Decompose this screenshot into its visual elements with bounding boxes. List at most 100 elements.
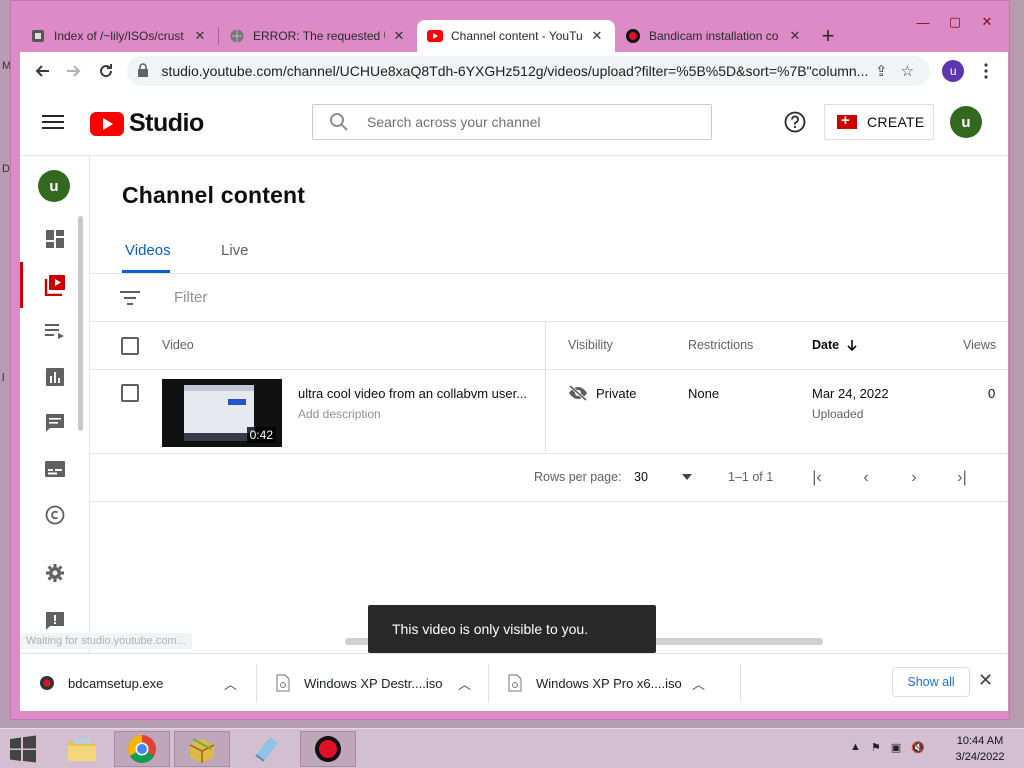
sidebar-item-copyright[interactable]	[20, 492, 90, 538]
tab-live[interactable]: Live	[221, 242, 249, 259]
package-icon[interactable]	[174, 731, 230, 767]
row-checkbox[interactable]	[121, 384, 139, 402]
download-separator	[256, 664, 257, 702]
help-icon[interactable]	[784, 111, 806, 133]
downloads-bar: bdcamsetup.exe ︿ Windows XP Destr....iso…	[20, 653, 1008, 711]
thumbnail-image	[184, 385, 254, 441]
content-tabs: Videos Live	[90, 232, 1008, 274]
last-page-icon[interactable]: ›|	[950, 466, 974, 490]
desktop-edge-label: D	[2, 163, 10, 175]
volume-muted-icon[interactable]: 🔇	[911, 741, 925, 754]
comments-icon	[46, 414, 64, 432]
column-header-restrictions: Restrictions	[688, 338, 754, 352]
search-input[interactable]: Search across your channel	[312, 104, 712, 140]
file-explorer-icon[interactable]	[54, 731, 110, 767]
show-all-downloads-button[interactable]: Show all	[892, 667, 970, 697]
sidebar-item-settings[interactable]	[20, 550, 90, 596]
bandicam-icon	[625, 28, 641, 44]
rows-per-page-select[interactable]: 30	[634, 470, 692, 484]
taskbar: ▲ ⚑ ▣ 🔇 10:44 AM 3/24/2022	[0, 728, 1024, 768]
content-video-icon	[44, 275, 65, 296]
channel-avatar[interactable]: u	[38, 170, 70, 202]
restore-button[interactable]: ▢	[939, 9, 971, 35]
forward-button[interactable]	[58, 55, 90, 87]
reload-button[interactable]	[90, 55, 122, 87]
record-icon[interactable]	[300, 731, 356, 767]
tab-title: Index of /~lily/ISOs/crust	[54, 29, 184, 43]
date-status: Uploaded	[812, 407, 864, 421]
share-icon[interactable]: ⇪	[868, 62, 894, 80]
tab-close-icon[interactable]: ✕	[192, 28, 208, 44]
date-value: Mar 24, 2022	[812, 386, 889, 401]
filter-icon[interactable]	[120, 290, 140, 306]
download-item[interactable]: bdcamsetup.exe ︿	[38, 654, 248, 712]
tab-close-icon[interactable]: ✕	[787, 28, 803, 44]
next-page-icon[interactable]: ›	[902, 466, 926, 490]
status-bar: Waiting for studio.youtube.com...	[20, 633, 192, 649]
start-windows-icon[interactable]	[8, 735, 38, 763]
video-thumbnail[interactable]: 0:42	[162, 379, 282, 447]
account-avatar[interactable]: u	[950, 106, 982, 138]
create-label: CREATE	[867, 114, 925, 130]
browser-profile-avatar[interactable]: u	[942, 60, 965, 82]
clock-date: 3/24/2022	[955, 751, 1005, 763]
tab-videos[interactable]: Videos	[125, 242, 171, 259]
back-button[interactable]	[26, 55, 58, 87]
playlist-icon	[45, 324, 64, 339]
tab-close-icon[interactable]: ✕	[589, 28, 605, 44]
action-center-flag-icon[interactable]: ⚑	[871, 741, 881, 754]
chevron-up-icon[interactable]: ︿	[224, 674, 237, 693]
visibility-value: Private	[596, 385, 637, 401]
tab-error-page[interactable]: ERROR: The requested UR ✕	[219, 20, 417, 52]
system-tray: ▲ ⚑ ▣ 🔇	[850, 741, 925, 754]
tray-expand-icon[interactable]: ▲	[850, 741, 861, 754]
studio-logo[interactable]: Studio	[90, 109, 204, 138]
hamburger-menu-icon[interactable]	[42, 112, 64, 134]
search-icon	[330, 113, 348, 131]
site-icon	[30, 28, 46, 44]
chrome-icon[interactable]	[114, 731, 170, 767]
tab-channel-content[interactable]: Channel content - YouTu ✕	[417, 20, 615, 52]
chevron-up-icon[interactable]: ︿	[692, 674, 705, 693]
desktop-edge-label: l	[2, 372, 5, 384]
column-header-date[interactable]: Date	[812, 338, 858, 352]
select-all-checkbox[interactable]	[121, 337, 139, 355]
download-separator	[740, 664, 741, 702]
download-filename: Windows XP Destr....iso	[304, 675, 443, 691]
toast-notification: This video is only visible to you.	[368, 605, 656, 653]
create-button[interactable]: CREATE	[824, 104, 934, 140]
browser-menu-button[interactable]	[970, 55, 1002, 87]
system-clock[interactable]: 10:44 AM 3/24/2022	[950, 733, 1010, 765]
table-row[interactable]: 0:42 ultra cool video from an collabvm u…	[90, 370, 1008, 454]
analytics-icon	[46, 368, 64, 386]
visibility-cell[interactable]: Private	[568, 385, 636, 401]
close-downloads-icon[interactable]: ✕	[978, 670, 993, 691]
address-bar[interactable]: studio.youtube.com/channel/UCHUe8xaQ8Tdh…	[127, 56, 931, 86]
minimize-button[interactable]: —	[907, 9, 939, 35]
tab-strip: Index of /~lily/ISOs/crust ✕ ERROR: The …	[20, 20, 843, 52]
tab-close-icon[interactable]: ✕	[391, 28, 407, 44]
video-description[interactable]: Add description	[298, 407, 381, 421]
tab-bandicam[interactable]: Bandicam installation co ✕	[615, 20, 813, 52]
active-tab-indicator	[122, 270, 170, 273]
sidebar-item-subtitles[interactable]	[20, 446, 90, 492]
close-window-button[interactable]: ✕	[971, 9, 1003, 35]
video-title[interactable]: ultra cool video from an collabvm user..…	[298, 386, 538, 401]
window-controls: — ▢ ✕	[907, 9, 1003, 35]
previous-page-icon[interactable]: ‹	[854, 466, 878, 490]
network-icon[interactable]: ▣	[891, 741, 901, 754]
new-tab-button[interactable]: +	[813, 20, 843, 52]
forward-arrow-icon	[66, 65, 81, 77]
chevron-up-icon[interactable]: ︿	[458, 674, 471, 693]
first-page-icon[interactable]: |‹	[805, 466, 829, 490]
download-item[interactable]: Windows XP Destr....iso ︿	[274, 654, 484, 712]
filter-bar[interactable]: Filter	[90, 274, 1008, 322]
video-duration: 0:42	[246, 427, 276, 443]
notepad-icon[interactable]	[238, 731, 294, 767]
dashboard-icon	[46, 230, 64, 248]
download-item[interactable]: Windows XP Pro x6....iso ︿	[506, 654, 726, 712]
sidebar-scrollbar[interactable]	[78, 216, 83, 431]
tab-index-of-isos[interactable]: Index of /~lily/ISOs/crust ✕	[20, 20, 218, 52]
iso-file-icon	[506, 673, 524, 693]
bookmark-star-icon[interactable]: ☆	[894, 62, 920, 80]
